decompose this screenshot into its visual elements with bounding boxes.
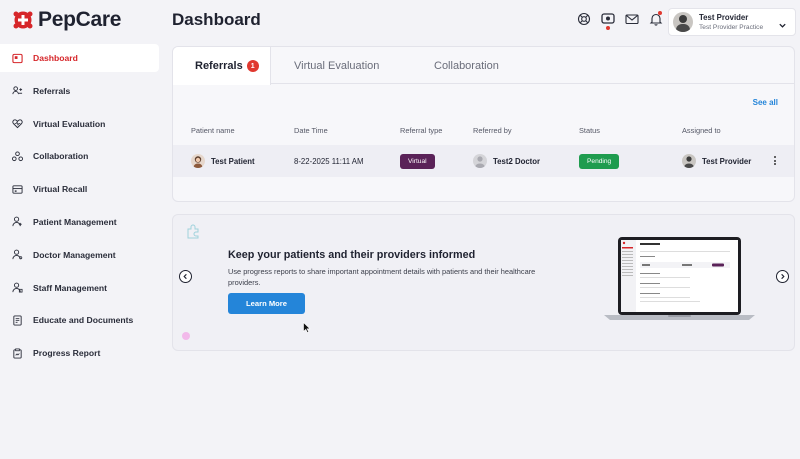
referred-by-name: Test2 Doctor (493, 156, 541, 166)
staff-icon (12, 282, 23, 293)
sidebar-item-educate-documents[interactable]: Educate and Documents (0, 306, 163, 334)
sidebar-item-collaboration[interactable]: Collaboration (0, 142, 163, 170)
tab-bar: Referrals 1 Virtual Evaluation Collabora… (173, 47, 794, 85)
column-header: Referral type (400, 126, 443, 135)
mail-icon[interactable] (625, 12, 639, 26)
column-header: Patient name (191, 126, 235, 135)
learn-more-button[interactable]: Learn More (228, 293, 305, 314)
see-all-link[interactable]: See all (753, 98, 778, 107)
support-icon[interactable] (577, 12, 591, 26)
sidebar-item-label: Dashboard (33, 53, 78, 63)
sidebar-item-referrals[interactable]: Referrals (0, 77, 163, 105)
sidebar-item-label: Collaboration (33, 151, 89, 162)
table-row[interactable]: Test Patient 8-22-2025 11:11 AM Virtual … (173, 145, 794, 177)
sidebar-item-label: Staff Management (33, 282, 108, 293)
status-badge: Pending (579, 153, 620, 169)
tab-referrals[interactable]: Referrals 1 (173, 47, 271, 85)
referral-type-badge: Virtual (400, 153, 435, 169)
bell-icon[interactable] (649, 11, 663, 26)
sidebar-item-label: Virtual Recall (33, 184, 88, 195)
collaboration-icon (12, 151, 23, 162)
puzzle-decoration-icon (185, 223, 201, 244)
referrals-count-badge: 1 (246, 60, 259, 72)
sidebar-item-label: Referrals (33, 85, 71, 96)
avatar (673, 12, 693, 32)
status-cell: Pending (579, 145, 620, 177)
page-title: Dashboard (172, 10, 261, 29)
sidebar-item-label: Patient Management (33, 216, 117, 227)
user-profile-menu[interactable]: Test Provider Test Provider Practice (668, 8, 796, 36)
sidebar-item-label: Virtual Evaluation (33, 118, 106, 129)
carousel-next-button[interactable] (776, 270, 789, 283)
patient-name: Test Patient (211, 156, 255, 166)
sidebar: PepCare Dashboard Referrals Virtual Eval… (0, 0, 163, 459)
sidebar-item-virtual-evaluation[interactable]: Virtual Evaluation (0, 110, 163, 138)
decorative-dot (182, 332, 190, 340)
bell-notification-dot (658, 11, 662, 15)
sidebar-item-progress-report[interactable]: Progress Report (0, 339, 163, 367)
patient-avatar (191, 154, 205, 168)
column-header: Status (579, 126, 600, 135)
report-icon (12, 348, 23, 359)
laptop-illustration (602, 233, 757, 325)
patient-cell: Test Patient (191, 145, 255, 177)
doctor-icon (12, 249, 23, 260)
tab-label: Virtual Evaluation (294, 59, 380, 72)
tab-collaboration[interactable]: Collaboration (434, 47, 499, 84)
tab-label: Collaboration (434, 59, 499, 72)
sidebar-item-doctor-management[interactable]: Doctor Management (0, 241, 163, 269)
user-info: Test Provider Test Provider Practice (699, 13, 763, 31)
carousel-prev-button[interactable] (179, 270, 192, 283)
doctor-avatar (473, 154, 487, 168)
assignee-avatar (682, 154, 696, 168)
app-logo[interactable]: PepCare (12, 8, 121, 32)
datetime-cell: 8-22-2025 11:11 AM (294, 156, 364, 166)
column-header: Date Time (294, 126, 328, 135)
heart-icon (12, 118, 23, 129)
banner-description: Use progress reports to share important … (228, 267, 536, 287)
pepcare-logo-icon (12, 9, 34, 31)
sidebar-item-staff-management[interactable]: Staff Management (0, 274, 163, 302)
sidebar-item-dashboard[interactable]: Dashboard (0, 44, 159, 72)
referrals-card: Referrals 1 Virtual Evaluation Collabora… (172, 46, 795, 202)
recall-icon (12, 184, 23, 195)
sidebar-item-patient-management[interactable]: Patient Management (0, 208, 163, 236)
user-name: Test Provider (699, 13, 749, 22)
assignee-name: Test Provider (702, 156, 752, 166)
user-practice: Test Provider Practice (699, 24, 764, 31)
app-name: PepCare (38, 8, 122, 31)
column-header: Assigned to (682, 126, 721, 135)
referrals-icon (12, 85, 23, 96)
promo-banner: Keep your patients and their providers i… (172, 214, 795, 351)
documents-icon (12, 315, 23, 326)
sidebar-item-virtual-recall[interactable]: Virtual Recall (0, 175, 163, 203)
row-more-icon[interactable] (774, 156, 776, 165)
column-header: Referred by (473, 126, 512, 135)
tab-virtual-evaluation[interactable]: Virtual Evaluation (294, 47, 379, 84)
chevron-down-icon (778, 17, 787, 35)
assigned-to-cell: Test Provider (682, 145, 751, 177)
sidebar-item-label: Doctor Management (33, 249, 116, 260)
header-actions (577, 11, 663, 30)
patient-icon (12, 216, 23, 227)
mouse-cursor-icon (303, 320, 311, 338)
sidebar-nav: Dashboard Referrals Virtual Evaluation C… (0, 44, 163, 372)
sidebar-item-label: Educate and Documents (33, 315, 134, 326)
video-notification-dot (606, 26, 610, 30)
video-icon[interactable] (601, 12, 615, 30)
banner-title: Keep your patients and their providers i… (228, 249, 476, 261)
referred-by-cell: Test2 Doctor (473, 145, 540, 177)
sidebar-item-label: Progress Report (33, 348, 101, 359)
tab-label: Referrals (195, 60, 243, 72)
dashboard-icon (12, 53, 23, 64)
referral-type-cell: Virtual (400, 145, 435, 177)
